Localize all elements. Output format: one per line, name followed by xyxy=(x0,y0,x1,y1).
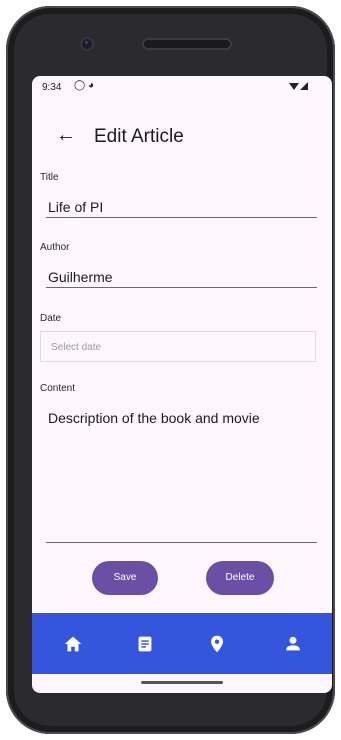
wifi-icon xyxy=(289,83,299,90)
author-field[interactable]: Guilherme xyxy=(48,269,113,285)
home-icon[interactable] xyxy=(62,633,84,655)
title-label: Title xyxy=(40,172,59,183)
date-picker-field[interactable]: Select date xyxy=(40,331,316,362)
content-field[interactable]: Description of the book and movie xyxy=(48,410,260,426)
location-pin-icon[interactable] xyxy=(206,633,228,655)
shield-icon: ◯ xyxy=(74,80,86,91)
date-placeholder: Select date xyxy=(51,342,102,353)
front-camera xyxy=(82,39,92,49)
title-field-underline xyxy=(46,217,317,218)
bottom-navigation xyxy=(32,613,332,674)
gesture-handle[interactable] xyxy=(141,681,223,684)
sync-icon: ◕ xyxy=(88,80,95,91)
page-title: Edit Article xyxy=(94,126,184,147)
save-button[interactable]: Save xyxy=(92,561,158,595)
arrow-left-icon[interactable]: ← xyxy=(56,124,76,146)
person-icon[interactable] xyxy=(282,633,304,655)
screen: 9:34 ◯ ◕ ← Edit Article Title Life of PI… xyxy=(32,76,332,693)
date-label: Date xyxy=(40,313,62,324)
author-label: Author xyxy=(40,242,70,253)
title-field[interactable]: Life of PI xyxy=(48,199,103,215)
app-bar: ← Edit Article xyxy=(32,120,332,152)
signal-icon xyxy=(300,82,308,90)
author-field-underline xyxy=(46,287,317,288)
content-field-underline xyxy=(46,542,317,543)
status-bar: 9:34 ◯ ◕ xyxy=(32,76,332,100)
content-label: Content xyxy=(40,383,76,394)
earpiece-speaker xyxy=(144,40,230,48)
status-time: 9:34 xyxy=(42,82,62,93)
phone-frame: 9:34 ◯ ◕ ← Edit Article Title Life of PI… xyxy=(6,6,335,734)
article-icon[interactable] xyxy=(134,633,156,655)
delete-button[interactable]: Delete xyxy=(206,561,274,595)
